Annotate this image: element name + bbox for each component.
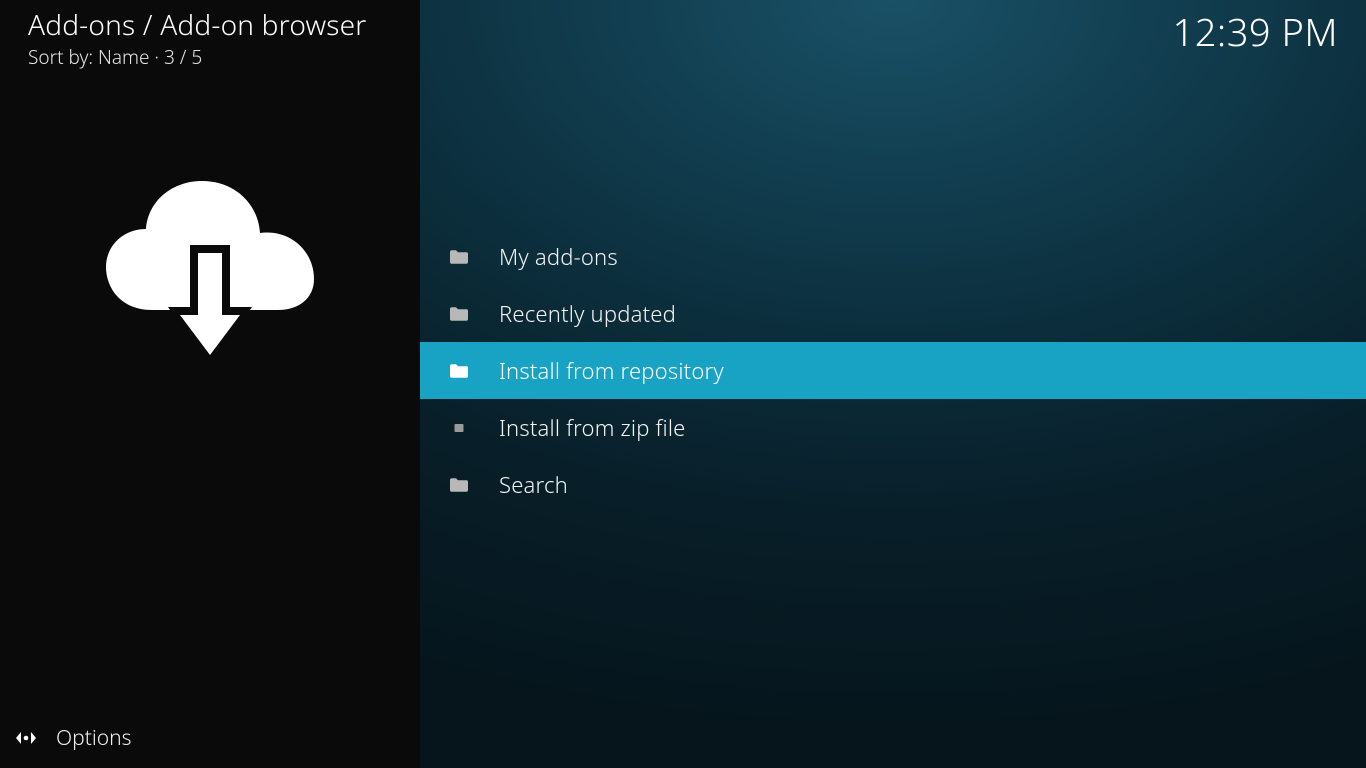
menu-item-install-from-zip[interactable]: Install from zip file [420, 399, 1366, 456]
cloud-download-icon [100, 175, 320, 375]
menu-item-label: Install from zip file [499, 413, 686, 443]
options-label: Options [56, 724, 132, 752]
menu-item-my-addons[interactable]: My add-ons [420, 228, 1366, 285]
sort-dot: · [149, 44, 164, 70]
sort-prefix: Sort by: [28, 44, 98, 70]
file-icon [449, 420, 469, 436]
app-root: Add-ons / Add-on browser Sort by: Name ·… [0, 0, 1366, 768]
menu-item-search[interactable]: Search [420, 456, 1366, 513]
menu-item-label: Search [499, 470, 568, 500]
breadcrumb: Add-ons / Add-on browser [28, 6, 367, 44]
sort-position: 3 / 5 [164, 44, 202, 70]
sort-value: Name [98, 44, 150, 70]
main-panel: 12:39 PM My add-ons Recently updated Ins… [420, 0, 1366, 768]
options-arrows-icon [14, 726, 38, 750]
menu-list: My add-ons Recently updated Install from… [420, 228, 1366, 513]
folder-icon [449, 477, 469, 493]
folder-icon [449, 249, 469, 265]
menu-item-label: Recently updated [499, 299, 676, 329]
menu-item-install-from-repository[interactable]: Install from repository [420, 342, 1366, 399]
options-button[interactable]: Options [0, 716, 132, 760]
clock: 12:39 PM [1173, 6, 1338, 58]
menu-item-label: My add-ons [499, 242, 618, 272]
folder-icon [449, 363, 469, 379]
sidebar: Add-ons / Add-on browser Sort by: Name ·… [0, 0, 420, 768]
sort-line: Sort by: Name · 3 / 5 [28, 44, 202, 70]
menu-item-recently-updated[interactable]: Recently updated [420, 285, 1366, 342]
folder-icon [449, 306, 469, 322]
menu-item-label: Install from repository [499, 356, 724, 386]
